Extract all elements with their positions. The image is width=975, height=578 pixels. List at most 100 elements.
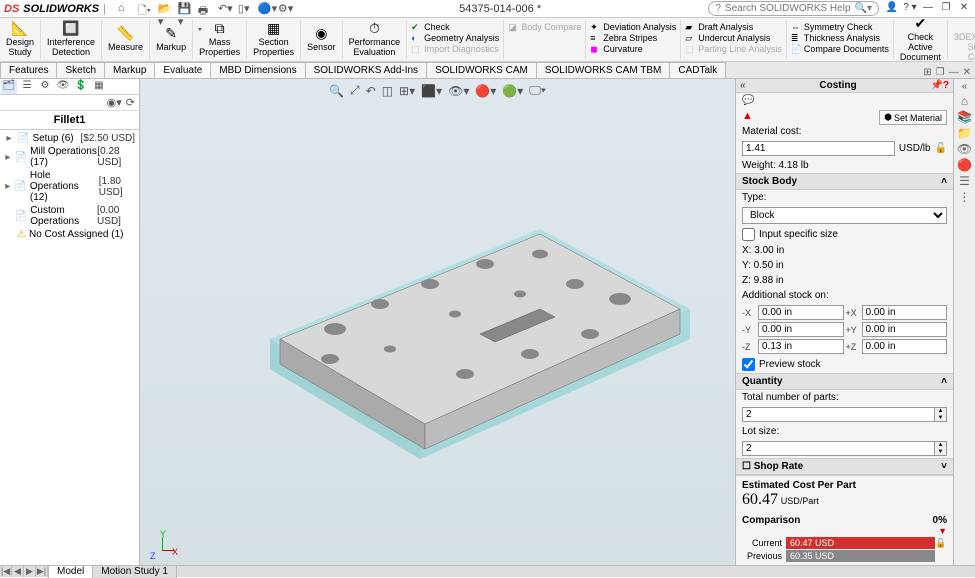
options-icon[interactable]: ⚙▾ bbox=[278, 2, 292, 16]
min-view-icon[interactable]: — bbox=[949, 67, 959, 78]
stock-type-select[interactable]: Block bbox=[742, 207, 947, 224]
hide-show-icon[interactable]: 👁▾ bbox=[448, 84, 469, 98]
fm-tab-props-icon[interactable]: ☰ bbox=[19, 80, 35, 94]
viewport[interactable]: 🔍 ⤢ ↶ ◫ ⊞▾ ⬛▾ 👁▾ 🔴▾ 🟢▾ 🖵▾ bbox=[140, 79, 735, 565]
fm-tab-more-icon[interactable]: ▦ bbox=[91, 80, 107, 94]
view-orient-icon[interactable]: ⊞▾ bbox=[399, 84, 415, 98]
render-icon[interactable]: 🖵▾ bbox=[529, 83, 546, 98]
geometry-analysis-button[interactable]: ◐Geometry Analysis bbox=[411, 33, 499, 43]
zoom-area-icon[interactable]: ⤢ bbox=[350, 83, 360, 98]
preview-stock-checkbox[interactable] bbox=[742, 358, 755, 371]
save-icon[interactable]: 💾▾ bbox=[178, 2, 192, 16]
section-props-button[interactable]: ▦Section Properties bbox=[247, 20, 301, 59]
help-search[interactable]: ? Search SOLIDWORKS Help 🔍▾ bbox=[708, 1, 879, 16]
lock-icon[interactable]: 🔓 bbox=[935, 143, 947, 154]
taskpane-home-icon[interactable]: ⌂ bbox=[961, 94, 968, 108]
taskpane-collapse-icon[interactable]: « bbox=[962, 81, 968, 92]
zebra-button[interactable]: ≡Zebra Stripes bbox=[590, 33, 676, 43]
bottom-tab-motion[interactable]: Motion Study 1 bbox=[92, 566, 177, 578]
undo-icon[interactable]: ↶▾ bbox=[218, 2, 232, 16]
zoom-fit-icon[interactable]: 🔍 bbox=[329, 84, 344, 98]
stock-body-header[interactable]: Stock Body˄ bbox=[736, 173, 953, 190]
input-size-checkbox[interactable] bbox=[742, 228, 755, 241]
cam-ic-icon[interactable]: ⟳ bbox=[126, 96, 135, 109]
open-icon[interactable]: 📂▾ bbox=[158, 2, 172, 16]
last-tab-icon[interactable]: ▶| bbox=[36, 566, 48, 577]
shop-rate-header[interactable]: ☐ Shop Rate˅ bbox=[736, 458, 953, 475]
user-icon[interactable]: 👤 bbox=[885, 2, 899, 16]
bottom-tab-model[interactable]: Model bbox=[48, 566, 93, 578]
markup-button[interactable]: ✎Markup bbox=[150, 20, 193, 59]
display-style-icon[interactable]: ⬛▾ bbox=[421, 84, 442, 98]
pin-icon[interactable]: 📌 bbox=[930, 80, 942, 91]
rebuild-icon[interactable]: 🔵▾ bbox=[258, 2, 272, 16]
home-icon[interactable]: ⌂ bbox=[118, 2, 132, 16]
perf-eval-button[interactable]: ⏱Performance Evaluation bbox=[343, 20, 408, 59]
symmetry-button[interactable]: ⇔Symmetry Check bbox=[791, 22, 889, 32]
select-icon[interactable]: ▯▾ bbox=[238, 2, 252, 16]
curvature-button[interactable]: ◼Curvature bbox=[590, 44, 676, 54]
help-button[interactable]: ? ▾ bbox=[903, 2, 917, 16]
stock-nx-input[interactable] bbox=[758, 305, 844, 320]
next-tab-icon[interactable]: ▶ bbox=[24, 566, 36, 577]
tab-cam[interactable]: SOLIDWORKS CAM bbox=[426, 62, 537, 78]
thickness-button[interactable]: ≣Thickness Analysis bbox=[791, 33, 889, 43]
restore-button[interactable]: ❐ bbox=[939, 2, 953, 16]
appearance-icon[interactable]: 🔴▾ bbox=[475, 84, 496, 98]
print-icon[interactable]: 🖶▾ bbox=[198, 2, 212, 16]
window-icon[interactable]: ❐ bbox=[936, 67, 945, 78]
stock-px-input[interactable] bbox=[862, 305, 948, 320]
lot-size-input[interactable] bbox=[742, 441, 935, 456]
taskpane-view-icon[interactable]: 👁 bbox=[957, 142, 972, 156]
message-icon[interactable]: 💬 bbox=[742, 95, 754, 106]
fm-item-nocost[interactable]: ⚠No Cost Assigned (1) bbox=[2, 228, 137, 241]
scene-icon[interactable]: 🟢▾ bbox=[502, 84, 523, 98]
fm-tab-tree-icon[interactable]: 🗂 bbox=[1, 80, 17, 94]
3d-part[interactable] bbox=[220, 199, 700, 479]
prev-tab-icon[interactable]: ◀ bbox=[12, 566, 24, 577]
fm-item-hole[interactable]: ▸📄Hole Operations (12)[1.80 USD] bbox=[2, 169, 137, 204]
interference-button[interactable]: 🔲Interference Detection bbox=[41, 20, 102, 59]
prev-view-icon[interactable]: ↶ bbox=[366, 84, 376, 98]
undercut-button[interactable]: ▱Undercut Analysis bbox=[685, 33, 782, 43]
up-arrow-icon[interactable]: ▲ bbox=[742, 110, 753, 122]
stock-pz-input[interactable] bbox=[862, 339, 948, 354]
fm-tab-display-icon[interactable]: 👁 bbox=[55, 80, 71, 94]
taskpane-more-icon[interactable]: ⋮ bbox=[959, 190, 971, 204]
stock-py-input[interactable] bbox=[862, 322, 948, 337]
design-study-button[interactable]: 📐Design Study bbox=[0, 20, 41, 59]
view-triad[interactable]: YXZ bbox=[146, 529, 176, 559]
stock-nz-input[interactable] bbox=[758, 339, 844, 354]
draft-button[interactable]: ▰Draft Analysis bbox=[685, 22, 782, 32]
section-view-icon[interactable]: ◫ bbox=[382, 84, 393, 98]
tab-cadtalk[interactable]: CADTalk bbox=[669, 62, 726, 78]
fm-item-custom[interactable]: 📄Custom Operations[0.00 USD] bbox=[2, 204, 137, 228]
new-icon[interactable]: 🗋▾ bbox=[138, 2, 152, 16]
mass-props-button[interactable]: ⧉Mass Properties bbox=[193, 20, 247, 59]
tab-cam-tbm[interactable]: SOLIDWORKS CAM TBM bbox=[536, 62, 671, 78]
taskpane-lib-icon[interactable]: 📚 bbox=[957, 110, 972, 124]
stock-ny-input[interactable] bbox=[758, 322, 844, 337]
close-view-icon[interactable]: ✕ bbox=[963, 67, 971, 78]
first-tab-icon[interactable]: |◀ bbox=[0, 566, 12, 577]
check-button[interactable]: ✔Check bbox=[411, 22, 499, 32]
set-material-button[interactable]: ⬢Set Material bbox=[879, 110, 947, 125]
close-button[interactable]: ✕ bbox=[957, 2, 971, 16]
check-active-button[interactable]: ✔Check Active Document bbox=[894, 20, 948, 59]
sensor-button[interactable]: ◉Sensor bbox=[301, 20, 343, 59]
spin-down[interactable]: ▼ bbox=[935, 415, 946, 422]
fm-tab-costing-icon[interactable]: 💲 bbox=[73, 80, 89, 94]
total-parts-input[interactable] bbox=[742, 407, 935, 422]
tab-mbd[interactable]: MBD Dimensions bbox=[210, 62, 305, 78]
material-cost-input[interactable] bbox=[742, 141, 895, 156]
import-diagnostics-button[interactable]: ⬚Import Diagnostics bbox=[411, 44, 499, 54]
tab-addins[interactable]: SOLIDWORKS Add-Ins bbox=[305, 62, 427, 78]
compare-docs-button[interactable]: 📄Compare Documents bbox=[791, 44, 889, 54]
fm-item-setup[interactable]: ▸📄Setup (6)[$2.50 USD] bbox=[2, 132, 137, 145]
taskpane-props-icon[interactable]: ☰ bbox=[959, 174, 970, 188]
fm-item-mill[interactable]: ▸📄Mill Operations (17)[0.28 USD] bbox=[2, 145, 137, 169]
set-baseline-icon[interactable]: 🔓 bbox=[935, 538, 947, 549]
quantity-header[interactable]: Quantity˄ bbox=[736, 373, 953, 390]
tab-features[interactable]: Features bbox=[0, 62, 57, 78]
fm-tab-config-icon[interactable]: ⚙ bbox=[37, 80, 53, 94]
